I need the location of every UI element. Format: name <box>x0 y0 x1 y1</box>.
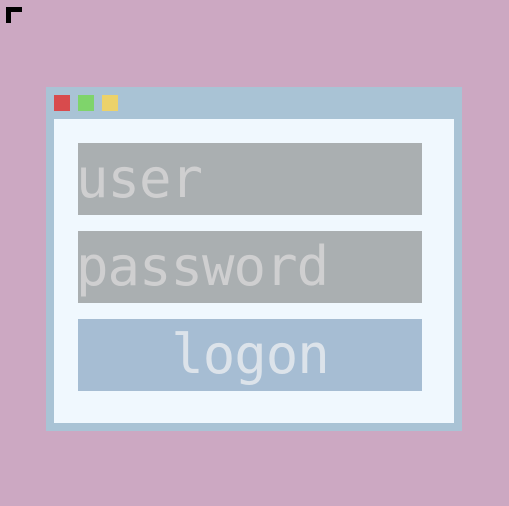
minimize-window-button[interactable] <box>102 95 118 111</box>
password-placeholder: password <box>78 235 329 298</box>
close-window-button[interactable] <box>54 95 70 111</box>
login-window: user password logon <box>46 87 462 431</box>
maximize-window-button[interactable] <box>78 95 94 111</box>
mouse-pointer-icon <box>6 7 22 23</box>
logon-button[interactable]: logon <box>78 319 422 391</box>
username-input[interactable]: user <box>78 143 422 215</box>
login-form: user password logon <box>54 119 454 423</box>
username-placeholder: user <box>78 147 203 210</box>
logon-button-label: logon <box>171 323 330 386</box>
password-input[interactable]: password <box>78 231 422 303</box>
